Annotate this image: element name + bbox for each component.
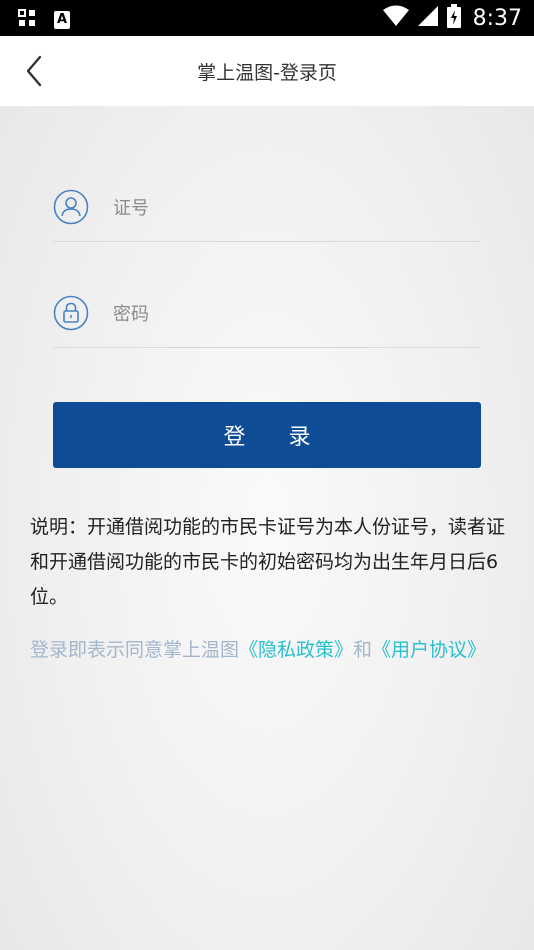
user-agreement-link[interactable]: 《用户协议》 — [372, 639, 486, 661]
agreement-prefix: 登录即表示同意掌上温图 — [30, 639, 240, 661]
card-number-input[interactable] — [111, 187, 475, 229]
agreement-conjunction: 和 — [353, 639, 373, 661]
app-bar: 掌上温图-登录页 — [0, 36, 534, 106]
battery-icon — [446, 4, 461, 32]
status-time: 8:37 — [472, 5, 522, 31]
login-button[interactable]: 登 录 — [53, 402, 481, 468]
agreement-text: 登录即表示同意掌上温图《隐私政策》和《用户协议》 — [30, 634, 508, 667]
lock-icon — [53, 295, 89, 331]
cell-signal-icon — [417, 5, 439, 31]
password-field — [53, 293, 480, 348]
status-bar: A 8:37 — [0, 0, 534, 36]
card-number-field — [53, 187, 480, 242]
page-title: 掌上温图-登录页 — [197, 62, 337, 84]
password-input[interactable] — [111, 293, 475, 335]
apps-grid-icon — [18, 9, 36, 31]
user-icon — [53, 189, 89, 225]
privacy-policy-link[interactable]: 《隐私政策》 — [239, 639, 353, 661]
login-notice: 说明：开通借阅功能的市民卡证号为本人份证号，读者证和开通借阅功能的市民卡的初始密… — [30, 516, 506, 608]
notification-badge-icon: A — [54, 11, 70, 29]
wifi-icon — [382, 5, 409, 31]
